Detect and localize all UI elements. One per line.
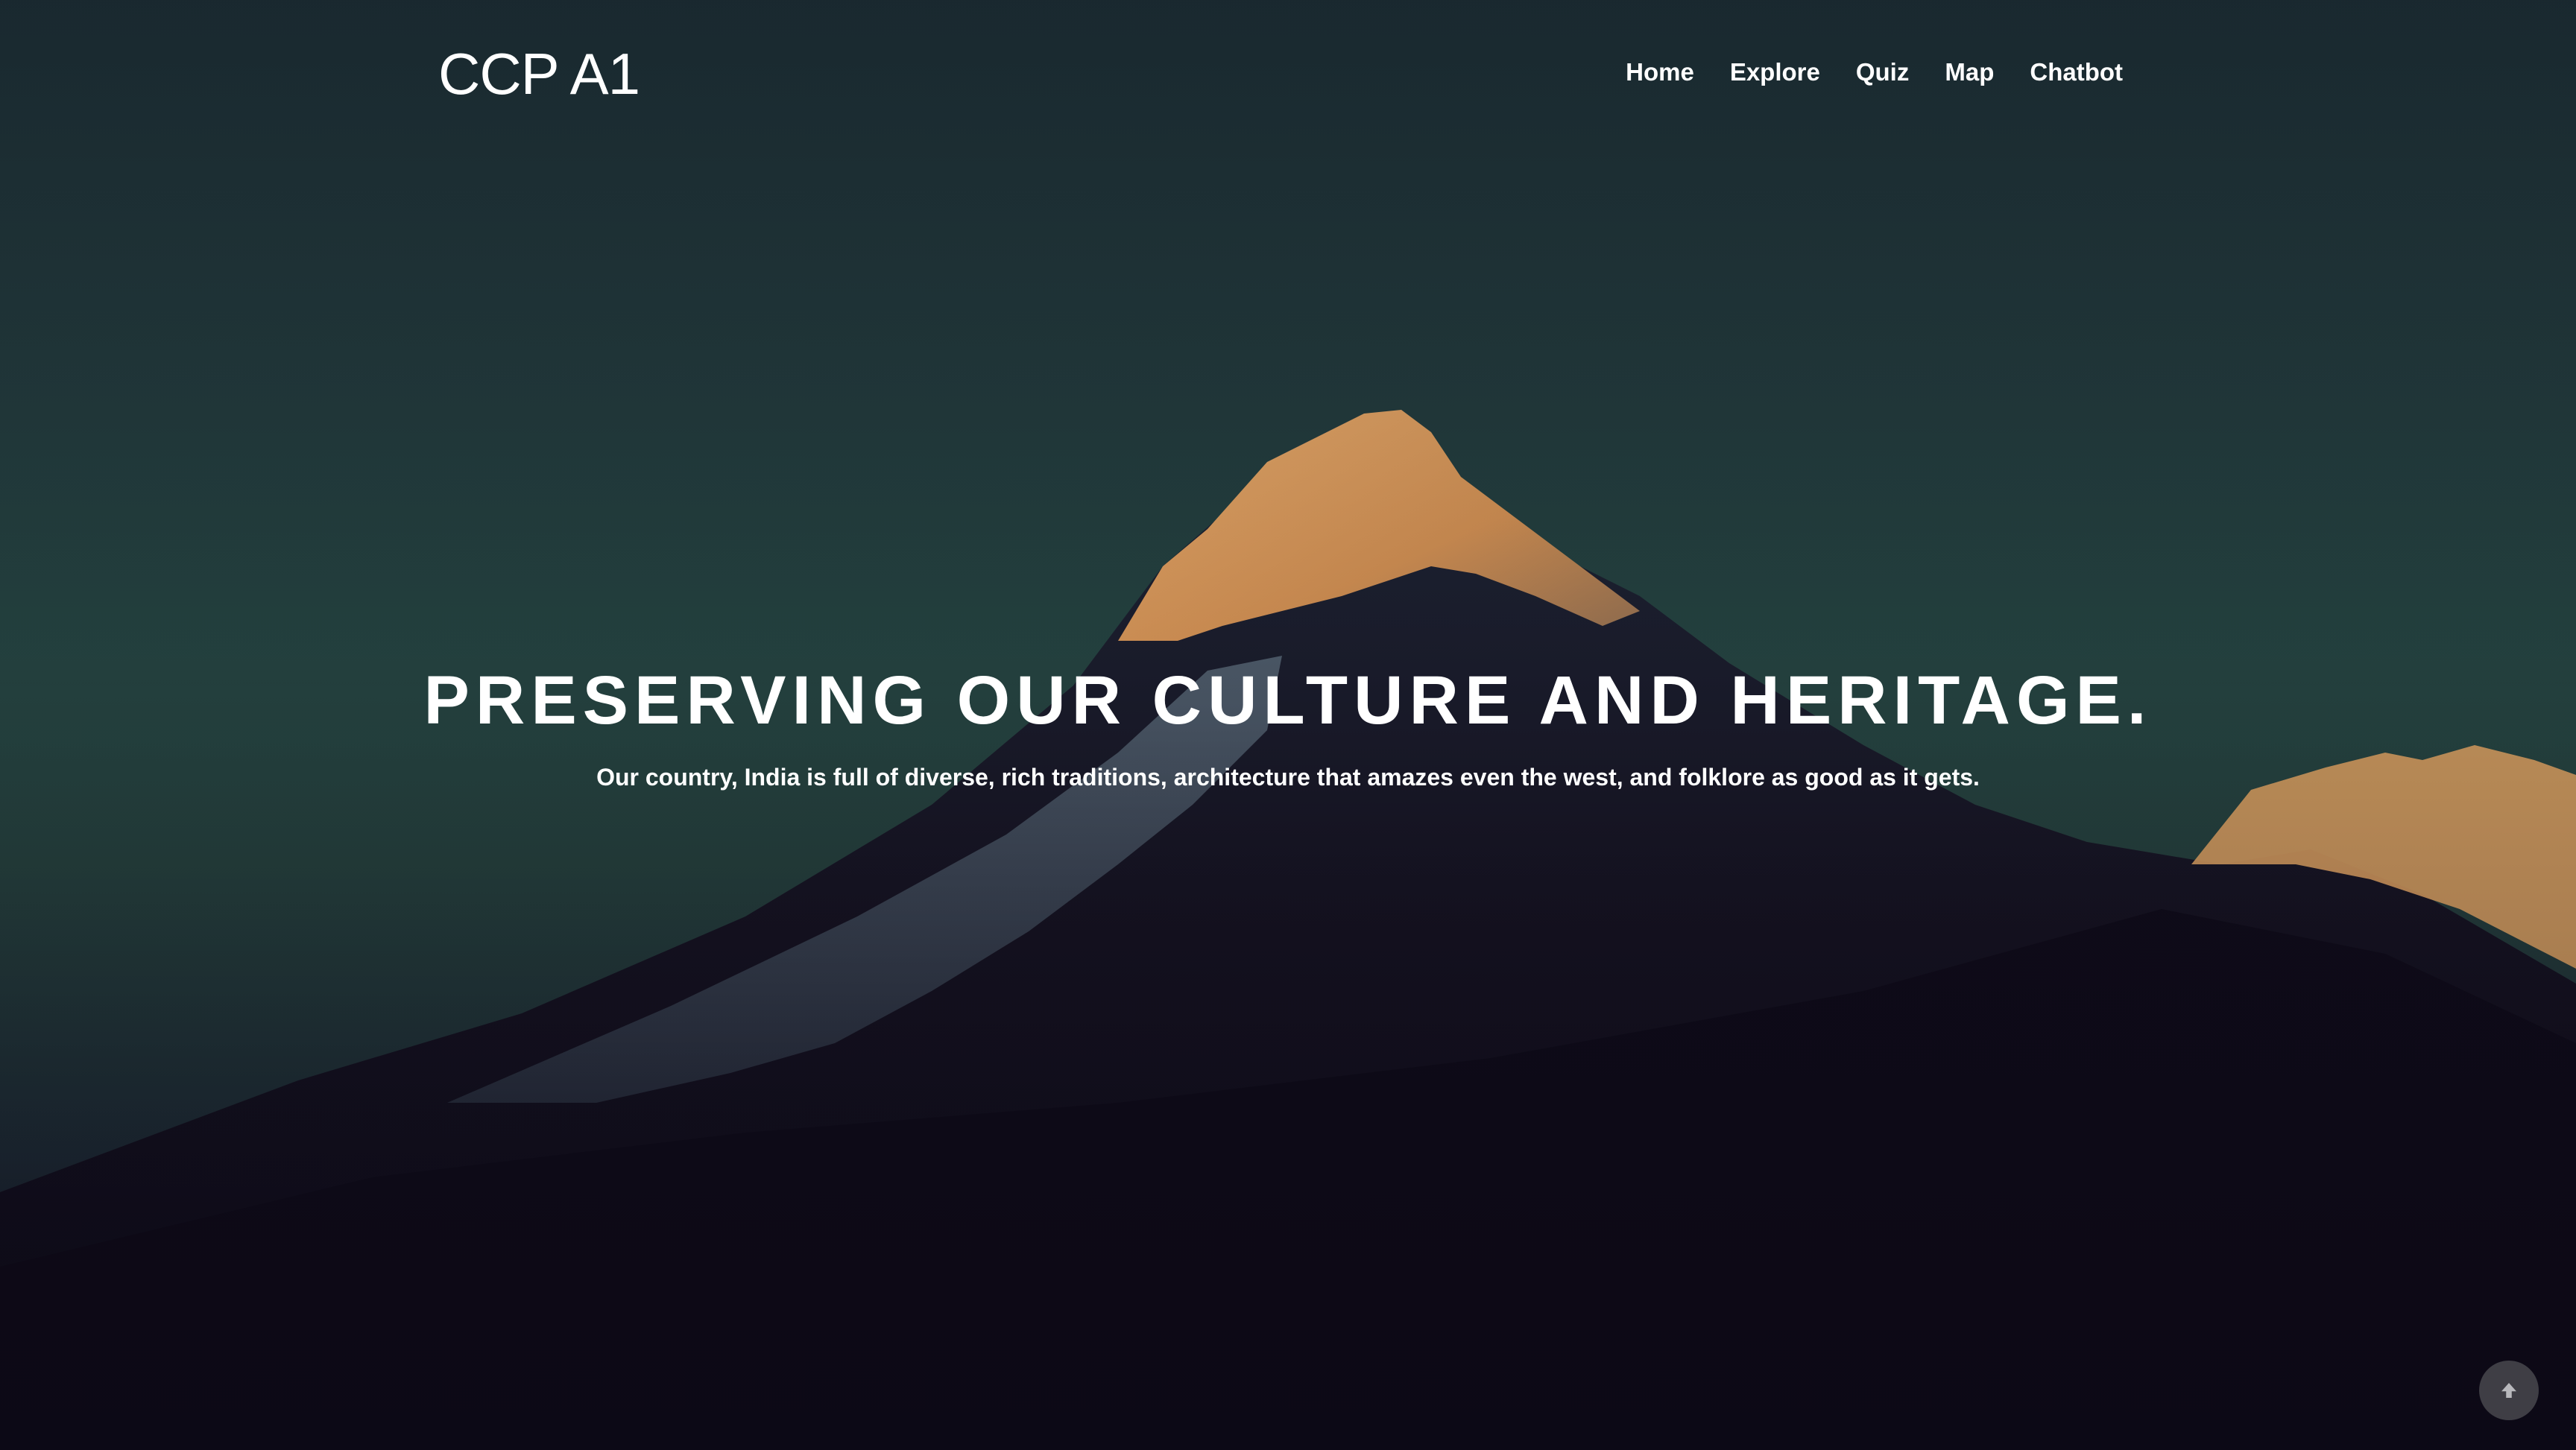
scroll-to-top-button[interactable] — [2479, 1361, 2539, 1420]
nav-link-home[interactable]: Home — [1626, 58, 1694, 86]
nav-menu: Home Explore Quiz Map Chatbot — [1626, 58, 2123, 86]
brand-logo-link[interactable]: CCP A1 — [438, 40, 640, 108]
nav-link-explore[interactable]: Explore — [1730, 58, 1820, 86]
hero-content: PRESERVING OUR CULTURE AND HERITAGE. Our… — [0, 662, 2576, 791]
nav-link-chatbot[interactable]: Chatbot — [2030, 58, 2123, 86]
arrow-up-icon — [2501, 1383, 2516, 1398]
nav-link-map[interactable]: Map — [1945, 58, 1994, 86]
hero-subtitle: Our country, India is full of diverse, r… — [596, 764, 1980, 791]
hero-section: CCP A1 Home Explore Quiz Map Chatbot PRE… — [0, 0, 2576, 1450]
hero-title: PRESERVING OUR CULTURE AND HERITAGE. — [423, 662, 2153, 738]
top-navbar: CCP A1 Home Explore Quiz Map Chatbot — [0, 0, 2576, 149]
nav-link-quiz[interactable]: Quiz — [1856, 58, 1910, 86]
